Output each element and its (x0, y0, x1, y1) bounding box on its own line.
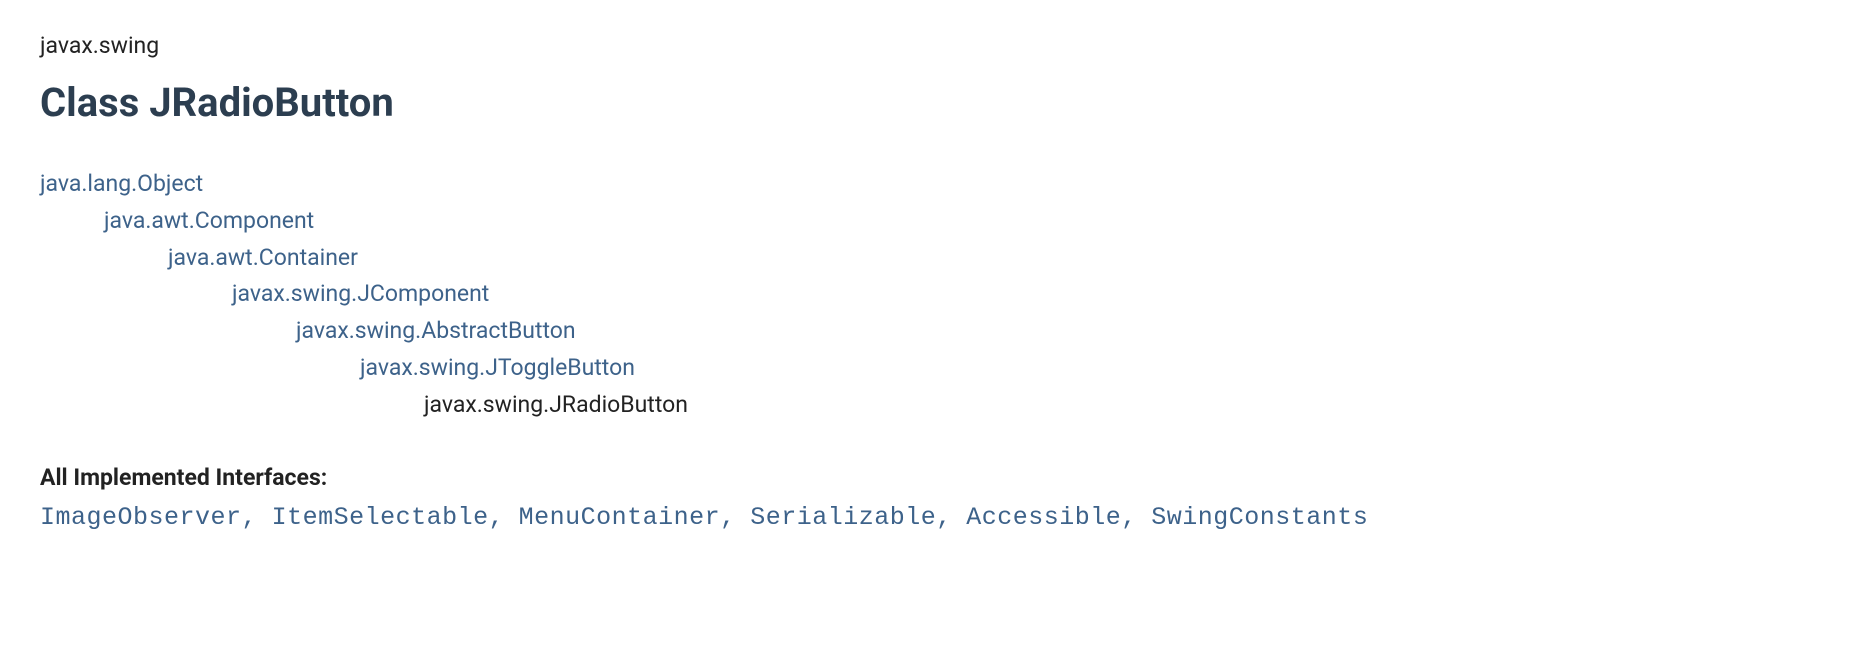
interfaces-label: All Implemented Interfaces: (40, 464, 1834, 491)
interface-separator: , (720, 503, 750, 532)
inheritance-link-jcomponent[interactable]: javax.swing.JComponent (232, 280, 489, 307)
interface-link-itemselectable[interactable]: ItemSelectable (272, 503, 489, 532)
inheritance-link-abstractbutton[interactable]: javax.swing.AbstractButton (296, 317, 576, 344)
inheritance-item: java.lang.Object (40, 166, 1834, 203)
interface-link-serializable[interactable]: Serializable (750, 503, 936, 532)
inheritance-link-jtogglebutton[interactable]: javax.swing.JToggleButton (360, 354, 635, 381)
interface-separator: , (242, 503, 272, 532)
interface-link-imageobserver[interactable]: ImageObserver (40, 503, 242, 532)
inheritance-item: javax.swing.JRadioButton (40, 387, 1834, 424)
interface-link-menucontainer[interactable]: MenuContainer (519, 503, 721, 532)
inheritance-link-object[interactable]: java.lang.Object (40, 170, 203, 197)
package-name: javax.swing (40, 32, 1834, 59)
interfaces-list: ImageObserver, ItemSelectable, MenuConta… (40, 503, 1834, 532)
interface-separator: , (489, 503, 519, 532)
inheritance-current-jradiobutton: javax.swing.JRadioButton (424, 391, 688, 418)
inheritance-item: java.awt.Container (40, 240, 1834, 277)
inheritance-item: javax.swing.JComponent (40, 276, 1834, 313)
interface-separator: , (1121, 503, 1151, 532)
class-title: Class JRadioButton (40, 79, 1834, 126)
inheritance-link-container[interactable]: java.awt.Container (168, 244, 358, 271)
interface-link-swingconstants[interactable]: SwingConstants (1151, 503, 1368, 532)
inheritance-item: javax.swing.AbstractButton (40, 313, 1834, 350)
interface-link-accessible[interactable]: Accessible (966, 503, 1121, 532)
inheritance-tree: java.lang.Object java.awt.Component java… (40, 166, 1834, 424)
interface-separator: , (936, 503, 966, 532)
inheritance-link-component[interactable]: java.awt.Component (104, 207, 314, 234)
inheritance-item: javax.swing.JToggleButton (40, 350, 1834, 387)
inheritance-item: java.awt.Component (40, 203, 1834, 240)
